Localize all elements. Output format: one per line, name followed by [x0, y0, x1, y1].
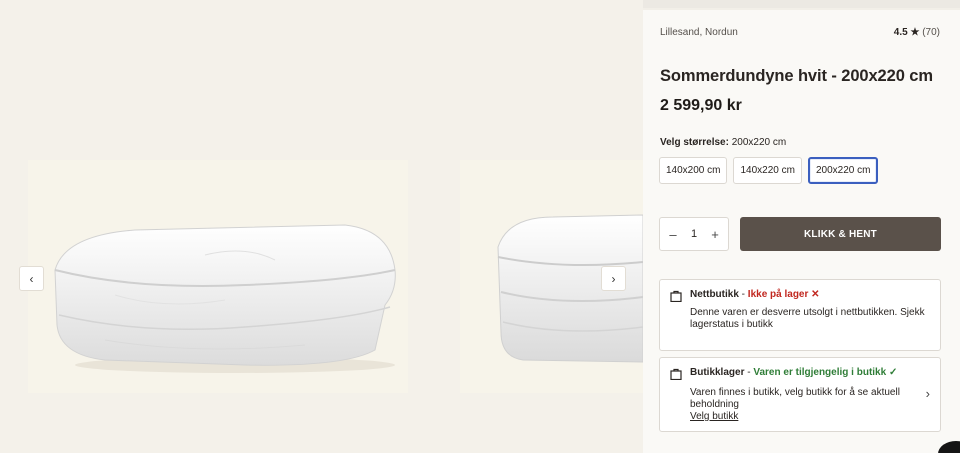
product-title: Sommerdundyne hvit - 200x220 cm — [660, 67, 933, 85]
shopping-bag-icon — [670, 290, 682, 302]
quantity-increase-button[interactable]: + — [709, 227, 721, 242]
store-stock-description: Varen finnes i butikk, velg butikk for å… — [690, 387, 900, 410]
store-stock-heading: Butikklager - Varen er tilgjengelig i bu… — [690, 367, 897, 378]
product-rating[interactable]: 4.5 ★ (70) — [894, 27, 940, 38]
size-selector-label: Velg størrelse: 200x220 cm — [660, 137, 786, 148]
store-location: Lillesand, Nordun — [660, 27, 738, 38]
size-options: 140x200 cm 140x220 cm 200x220 cm — [659, 157, 879, 184]
online-stock-separator: - — [738, 289, 748, 300]
chevron-right-icon: › — [611, 271, 616, 286]
product-gallery: ‹ › — [0, 0, 643, 453]
checkmark-icon: ✓ — [888, 367, 898, 378]
rating-count: (70) — [922, 27, 940, 38]
product-panel: Lillesand, Nordun 4.5 ★ (70) Sommerdundy… — [643, 10, 960, 453]
close-icon: ✕ — [811, 289, 820, 300]
quantity-decrease-button[interactable]: – — [667, 227, 679, 242]
prev-image-button[interactable]: ‹ — [19, 266, 44, 291]
chevron-right-icon: › — [925, 386, 930, 401]
online-stock-description: Denne varen er desverre utsolgt i nettbu… — [690, 307, 925, 330]
size-option-140x220[interactable]: 140x220 cm — [733, 157, 802, 184]
choose-store-link[interactable]: Velg butikk — [690, 411, 738, 422]
store-stock-status: Varen er tilgjengelig i butikk — [753, 367, 887, 378]
online-stock-box: Nettbutikk - Ikke på lager ✕ Denne varen… — [659, 279, 941, 351]
online-stock-name: Nettbutikk — [690, 289, 739, 300]
size-label-text: Velg størrelse: — [660, 137, 729, 148]
chevron-left-icon: ‹ — [29, 271, 34, 286]
size-option-140x200[interactable]: 140x200 cm — [659, 157, 728, 184]
next-image-button[interactable]: › — [601, 266, 626, 291]
store-stock-name: Butikklager — [690, 367, 745, 378]
product-price: 2 599,90 kr — [660, 97, 742, 114]
rating-score: 4.5 ★ — [893, 27, 920, 38]
online-stock-heading: Nettbutikk - Ikke på lager ✕ — [690, 289, 820, 300]
click-and-collect-button[interactable]: KLIKK & HENT — [740, 217, 941, 251]
quantity-stepper: – 1 + — [659, 217, 729, 251]
size-selected-value: 200x220 cm — [731, 137, 787, 148]
store-stock-box[interactable]: Butikklager - Varen er tilgjengelig i bu… — [659, 357, 941, 432]
size-option-200x220[interactable]: 200x220 cm — [807, 157, 879, 184]
duvet-front-image — [54, 224, 396, 373]
online-stock-status: Ikke på lager — [747, 289, 809, 300]
shopping-bag-icon — [670, 368, 682, 380]
quantity-value[interactable]: 1 — [691, 228, 697, 240]
